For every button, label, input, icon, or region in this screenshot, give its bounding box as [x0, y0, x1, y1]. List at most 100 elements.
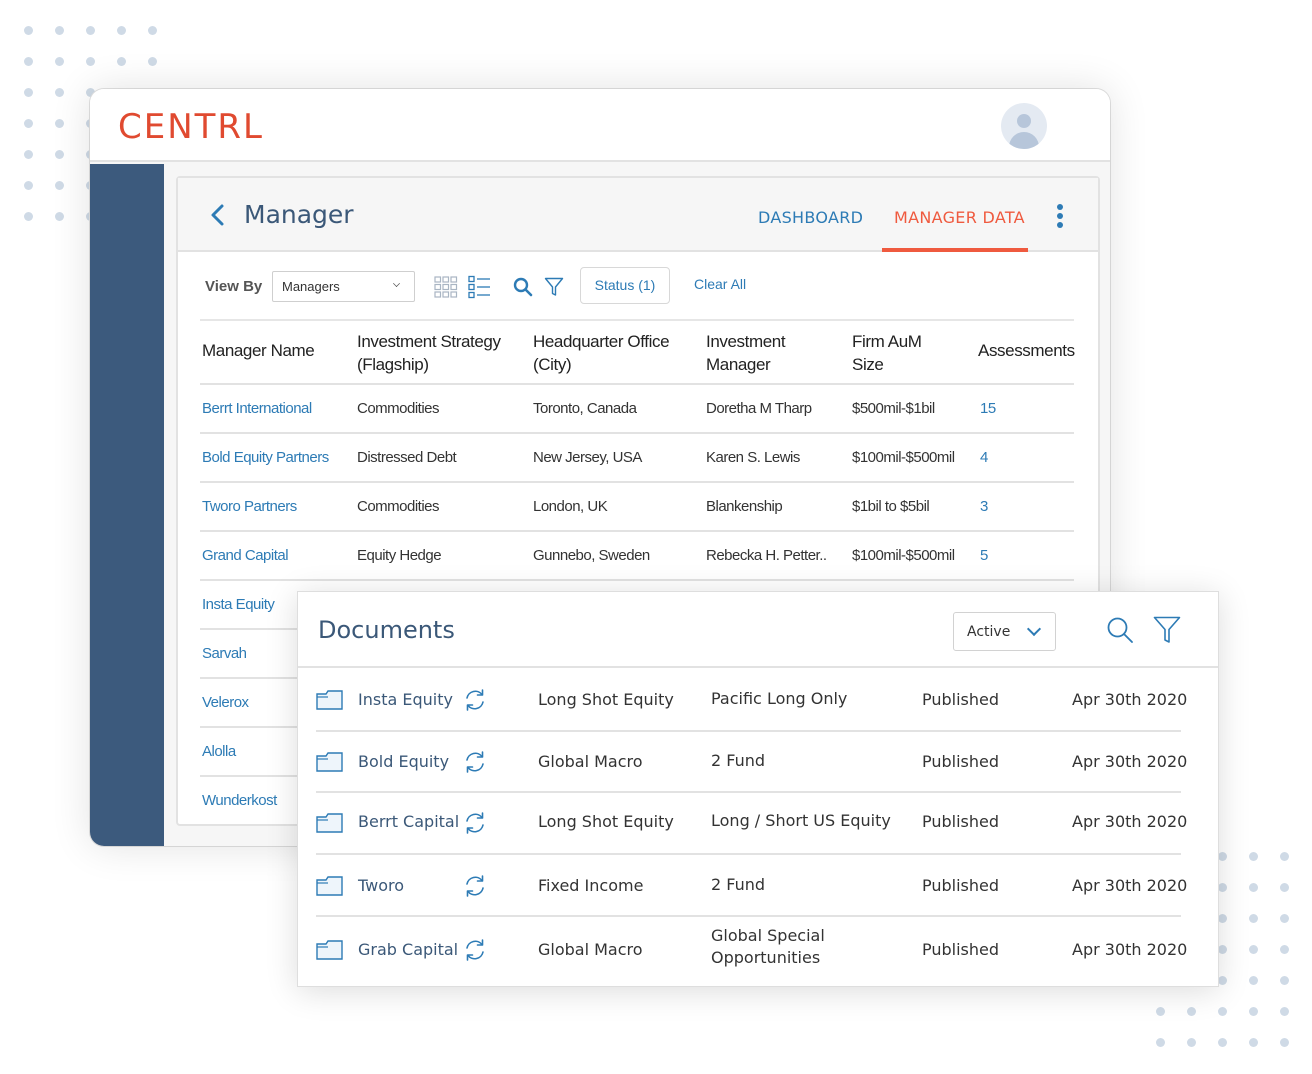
avatar-body-icon: [1009, 132, 1039, 149]
sync-icon[interactable]: [463, 811, 487, 835]
filter-icon[interactable]: [544, 277, 564, 297]
document-date: Apr 30th 2020: [1072, 690, 1188, 709]
more-options-icon[interactable]: [1056, 204, 1064, 230]
document-row[interactable]: Insta Equity Long Shot Equity Pacific Lo…: [316, 670, 1187, 732]
sidebar: [90, 164, 164, 846]
manager-name-link[interactable]: Insta Equity: [202, 596, 275, 613]
investment-manager-cell: Blankenship: [706, 498, 783, 515]
document-date: Apr 30th 2020: [1072, 812, 1188, 831]
assessments-link[interactable]: 3: [980, 498, 988, 515]
document-fund-line: Opportunities: [711, 948, 821, 967]
document-strategy: Long Shot Equity: [538, 812, 674, 831]
search-icon[interactable]: [513, 277, 533, 297]
assessments-link[interactable]: 5: [980, 547, 988, 564]
table-row[interactable]: Grand Capital Equity Hedge Gunnebo, Swed…: [200, 532, 1074, 581]
document-status: Published: [922, 690, 1000, 709]
documents-panel: Documents Active Insta Equity Long Shot …: [297, 591, 1219, 987]
documents-header: Documents Active: [298, 592, 1218, 668]
document-row[interactable]: Grab Capital Global Macro Global Special…: [316, 917, 1187, 983]
aum-cell: $500mil-$1bil: [852, 400, 935, 417]
manager-name-link[interactable]: Grand Capital: [202, 547, 289, 564]
strategy-cell: Commodities: [357, 498, 440, 515]
folder-icon[interactable]: [316, 876, 343, 896]
sync-icon[interactable]: [463, 688, 487, 712]
folder-icon[interactable]: [316, 813, 343, 833]
document-name-link[interactable]: Insta Equity: [358, 690, 453, 709]
user-avatar[interactable]: [1001, 103, 1047, 149]
chevron-down-icon: [393, 280, 400, 287]
active-tab-indicator: [882, 248, 1028, 252]
manager-name-link[interactable]: Bold Equity Partners: [202, 449, 329, 466]
document-status: Published: [922, 876, 1000, 895]
manager-name-link[interactable]: Wunderkost: [202, 792, 277, 809]
document-strategy: Global Macro: [538, 752, 643, 771]
manager-name-link[interactable]: Berrt International: [202, 400, 312, 417]
strategy-cell: Commodities: [357, 400, 440, 417]
view-by-value: Managers: [282, 279, 340, 294]
document-strategy: Long Shot Equity: [538, 690, 674, 709]
sync-icon[interactable]: [463, 938, 487, 962]
status-filter-button[interactable]: Status (1): [580, 267, 670, 304]
document-name-link[interactable]: Grab Capital: [358, 940, 458, 959]
folder-icon[interactable]: [316, 940, 343, 960]
document-name-link[interactable]: Tworo: [358, 876, 404, 895]
document-row[interactable]: Berrt Capital Long Shot Equity Long / Sh…: [316, 793, 1187, 855]
view-by-select[interactable]: Managers: [272, 271, 415, 302]
view-by-label: View By: [205, 278, 263, 295]
tab-dashboard[interactable]: DASHBOARD: [758, 208, 863, 227]
investment-manager-cell: Rebecka H. Petter..: [706, 547, 827, 564]
column-header[interactable]: Assessments: [978, 339, 1075, 362]
document-fund: Long / Short US Equity: [711, 811, 891, 830]
centrl-logo: CENTRL: [118, 107, 264, 147]
column-header[interactable]: Manager Name: [202, 339, 315, 362]
hq-cell: Gunnebo, Sweden: [533, 547, 650, 564]
folder-icon[interactable]: [316, 752, 343, 772]
avatar-head-icon: [1017, 114, 1031, 128]
sync-icon[interactable]: [463, 750, 487, 774]
top-bar: CENTRL: [90, 89, 1110, 162]
table-row[interactable]: Tworo Partners Commodities London, UK Bl…: [200, 483, 1074, 532]
manager-name-link[interactable]: Sarvah: [202, 645, 247, 662]
manager-name-link[interactable]: Alolla: [202, 743, 236, 760]
search-icon[interactable]: [1106, 616, 1134, 644]
column-header[interactable]: Investment Strategy (Flagship): [357, 330, 522, 376]
document-name-link[interactable]: Berrt Capital: [358, 812, 459, 831]
document-fund-line: Global Special: [711, 926, 825, 945]
aum-cell: $1bil to $5bil: [852, 498, 930, 515]
manager-name-link[interactable]: Velerox: [202, 694, 249, 711]
list-view-icon[interactable]: [468, 275, 492, 299]
hq-cell: Toronto, Canada: [533, 400, 637, 417]
column-header[interactable]: Headquarter Office (City): [533, 330, 693, 376]
documents-title: Documents: [318, 616, 455, 644]
tab-manager-data[interactable]: MANAGER DATA: [894, 208, 1025, 227]
table-row[interactable]: Berrt International Commodities Toronto,…: [200, 385, 1074, 434]
document-fund: 2 Fund: [711, 875, 766, 894]
aum-cell: $100mil-$500mil: [852, 547, 955, 564]
document-row[interactable]: Bold Equity Global Macro 2 Fund Publishe…: [316, 732, 1187, 793]
chevron-down-icon: [1026, 621, 1042, 637]
page-title: Manager: [244, 200, 354, 229]
aum-cell: $100mil-$500mil: [852, 449, 955, 466]
document-fund: Global Special Opportunities: [711, 925, 825, 969]
assessments-link[interactable]: 15: [980, 400, 996, 417]
column-header[interactable]: Firm AuM Size: [852, 330, 942, 376]
document-row[interactable]: Tworo Fixed Income 2 Fund Published Apr …: [316, 855, 1187, 917]
panel-header: Manager DASHBOARD MANAGER DATA: [178, 178, 1098, 252]
chevron-left-icon[interactable]: [208, 203, 228, 227]
clear-all-link[interactable]: Clear All: [694, 276, 746, 292]
document-strategy: Fixed Income: [538, 876, 644, 895]
grid-view-icon[interactable]: [434, 276, 458, 298]
document-status: Published: [922, 940, 1000, 959]
folder-icon[interactable]: [316, 690, 343, 710]
document-strategy: Global Macro: [538, 940, 643, 959]
document-name-link[interactable]: Bold Equity: [358, 752, 449, 771]
manager-name-link[interactable]: Tworo Partners: [202, 498, 297, 515]
investment-manager-cell: Doretha M Tharp: [706, 400, 812, 417]
sync-icon[interactable]: [463, 874, 487, 898]
documents-status-select[interactable]: Active: [953, 612, 1056, 651]
assessments-link[interactable]: 4: [980, 449, 988, 466]
document-date: Apr 30th 2020: [1072, 876, 1188, 895]
column-header[interactable]: Investment Manager: [706, 330, 816, 376]
table-row[interactable]: Bold Equity Partners Distressed Debt New…: [200, 434, 1074, 483]
filter-icon[interactable]: [1153, 616, 1181, 644]
